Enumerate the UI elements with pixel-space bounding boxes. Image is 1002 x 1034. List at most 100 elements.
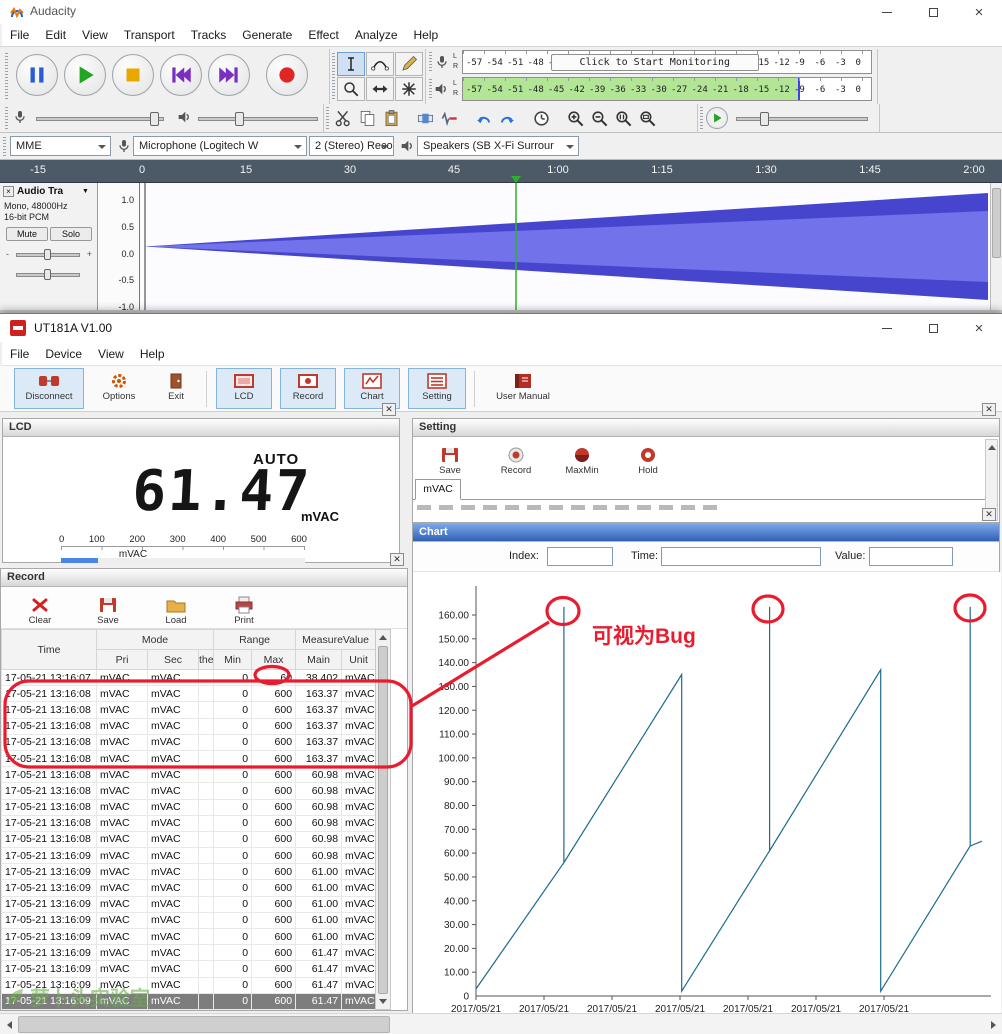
record-table-row[interactable]: 17-05-21 13:16:08mVACmVAC060060.98mVAC bbox=[2, 783, 376, 799]
record-table-row[interactable]: 17-05-21 13:16:08mVACmVAC060060.98mVAC bbox=[2, 815, 376, 831]
playback-volume-slider-thumb[interactable] bbox=[235, 112, 244, 126]
record-table-row[interactable]: 17-05-21 13:16:09mVACmVAC060061.47mVAC bbox=[2, 993, 376, 1009]
record-table-row[interactable]: 17-05-21 13:16:09mVACmVAC060061.00mVAC bbox=[2, 864, 376, 880]
audacity-menu-file[interactable]: File bbox=[2, 24, 37, 46]
setting-panel-close-icon[interactable]: ✕ bbox=[982, 403, 996, 416]
audacity-maximize-button[interactable] bbox=[910, 0, 956, 24]
chart-value-input[interactable] bbox=[869, 547, 953, 566]
scroll-up-icon[interactable] bbox=[379, 635, 387, 640]
toolbar-grip[interactable] bbox=[429, 52, 432, 73]
toolbar-setting-button[interactable]: Setting bbox=[408, 368, 466, 409]
ut181a-menu-file[interactable]: File bbox=[2, 342, 37, 365]
lcd-panel-header[interactable]: LCD bbox=[3, 419, 399, 437]
record-table-row[interactable]: 17-05-21 13:16:07mVACmVAC06038.402mVAC bbox=[2, 670, 376, 686]
record-table-row[interactable]: 17-05-21 13:16:09mVACmVAC060061.47mVAC bbox=[2, 945, 376, 961]
record-table-row[interactable]: 17-05-21 13:16:09mVACmVAC060061.47mVAC bbox=[2, 961, 376, 977]
setting-unit-tab[interactable]: mVAC bbox=[415, 479, 461, 500]
audacity-menu-analyze[interactable]: Analyze bbox=[347, 24, 406, 46]
record-table-row[interactable]: 17-05-21 13:16:08mVACmVAC0600163.37mVAC bbox=[2, 750, 376, 766]
track-close-button[interactable]: × bbox=[3, 186, 14, 197]
recording-meter[interactable]: -57-54-51-48-45-42-39-36-33-30-27-24-21-… bbox=[462, 50, 872, 74]
skip-to-end-button[interactable] bbox=[208, 54, 250, 96]
record-save-button[interactable]: Save bbox=[79, 593, 137, 626]
sync-lock-button[interactable] bbox=[530, 107, 553, 130]
chart-index-input[interactable] bbox=[547, 547, 613, 566]
click-to-start-monitoring-button[interactable]: Click to Start Monitoring bbox=[551, 54, 759, 71]
audacity-menu-generate[interactable]: Generate bbox=[234, 24, 300, 46]
toolbar-grip[interactable] bbox=[5, 53, 8, 99]
scroll-up-icon[interactable] bbox=[988, 445, 996, 450]
record-print-button[interactable]: Print bbox=[215, 593, 273, 626]
ut181a-menu-help[interactable]: Help bbox=[132, 342, 173, 365]
col-subheader-unit[interactable]: Unit bbox=[342, 650, 375, 670]
toolbar-grip[interactable] bbox=[429, 79, 432, 100]
solo-button[interactable]: Solo bbox=[50, 227, 92, 241]
track-menu-arrow-icon[interactable]: ▼ bbox=[82, 188, 89, 195]
ut181a-menu-view[interactable]: View bbox=[90, 342, 132, 365]
toolbar-grip[interactable] bbox=[332, 53, 335, 99]
zoom-selection-button[interactable] bbox=[612, 107, 635, 130]
chart-panel-header[interactable]: Chart bbox=[413, 524, 999, 542]
ut181a-minimize-button[interactable] bbox=[864, 314, 910, 342]
stop-button[interactable] bbox=[112, 54, 154, 96]
record-table-row[interactable]: 17-05-21 13:16:09mVACmVAC060061.00mVAC bbox=[2, 912, 376, 928]
timeline-ruler[interactable]: -1501530451:001:151:301:452:00 bbox=[0, 160, 1002, 183]
record-panel-header[interactable]: Record bbox=[1, 569, 407, 587]
toolbar-grip[interactable] bbox=[3, 137, 6, 156]
toolbar-disconnect-button[interactable]: Disconnect bbox=[14, 368, 84, 409]
skip-to-start-button[interactable] bbox=[160, 54, 202, 96]
envelope-tool[interactable] bbox=[366, 52, 394, 76]
cut-button[interactable] bbox=[332, 107, 355, 130]
ut181a-close-button[interactable]: × bbox=[956, 314, 1002, 342]
draw-tool[interactable] bbox=[395, 52, 423, 76]
col-subheader-sec[interactable]: Sec bbox=[148, 650, 199, 670]
track-name[interactable]: Audio Tra bbox=[17, 186, 63, 197]
record-table-row[interactable]: 17-05-21 13:16:08mVACmVAC0600163.37mVAC bbox=[2, 686, 376, 702]
play-at-speed-button[interactable] bbox=[706, 107, 728, 129]
col-subheader-the[interactable]: the bbox=[199, 650, 214, 670]
col-header-measurevalue[interactable]: MeasureValue bbox=[296, 630, 375, 650]
toolbar-options-button[interactable]: Options bbox=[92, 368, 146, 409]
zoom-in-button[interactable] bbox=[564, 107, 587, 130]
col-subheader-max[interactable]: Max bbox=[252, 650, 296, 670]
undo-button[interactable] bbox=[472, 107, 495, 130]
pan-slider[interactable] bbox=[6, 269, 92, 281]
copy-button[interactable] bbox=[356, 107, 379, 130]
toolbar-user-manual-button[interactable]: User Manual bbox=[484, 368, 562, 409]
play-button[interactable] bbox=[64, 54, 106, 96]
ut181a-menu-device[interactable]: Device bbox=[37, 342, 90, 365]
audio-host-select[interactable]: MME bbox=[10, 136, 111, 156]
scroll-right-icon[interactable] bbox=[991, 1021, 996, 1029]
play-speed-slider-thumb[interactable] bbox=[760, 112, 769, 126]
record-panel-close-icon[interactable]: ✕ bbox=[390, 553, 404, 566]
toolbar-lcd-button[interactable]: LCD bbox=[216, 368, 272, 409]
audacity-minimize-button[interactable] bbox=[864, 0, 910, 24]
record-button[interactable] bbox=[266, 54, 308, 96]
ut181a-maximize-button[interactable] bbox=[910, 314, 956, 342]
zoom-fit-button[interactable] bbox=[636, 107, 659, 130]
pause-button[interactable] bbox=[16, 54, 58, 96]
ut181a-titlebar[interactable]: UT181A V1.00 × bbox=[0, 314, 1002, 342]
toolbar-exit-button[interactable]: Exit bbox=[154, 368, 198, 409]
record-table-row[interactable]: 17-05-21 13:16:09mVACmVAC060061.00mVAC bbox=[2, 880, 376, 896]
mute-button[interactable]: Mute bbox=[6, 227, 48, 241]
timeshift-tool[interactable] bbox=[366, 77, 394, 101]
audacity-titlebar[interactable]: Audacity × bbox=[0, 0, 1002, 24]
record-clear-button[interactable]: Clear bbox=[11, 593, 69, 626]
paste-button[interactable] bbox=[380, 107, 403, 130]
record-table-row[interactable]: 17-05-21 13:16:08mVACmVAC060060.98mVAC bbox=[2, 799, 376, 815]
waveform-display[interactable] bbox=[140, 183, 990, 310]
record-table-row[interactable]: 17-05-21 13:16:09mVACmVAC060061.47mVAC bbox=[2, 977, 376, 993]
record-table-row[interactable]: 17-05-21 13:16:09mVACmVAC060061.00mVAC bbox=[2, 929, 376, 945]
record-table-scrollbar[interactable] bbox=[375, 629, 391, 1010]
col-header-range[interactable]: Range bbox=[214, 630, 296, 650]
chart-time-input[interactable] bbox=[661, 547, 821, 566]
record-table-row[interactable]: 17-05-21 13:16:08mVACmVAC0600163.37mVAC bbox=[2, 718, 376, 734]
chart-panel-close-icon[interactable]: ✕ bbox=[982, 508, 996, 521]
toolbar-grip[interactable] bbox=[326, 107, 329, 129]
audacity-close-button[interactable]: × bbox=[956, 0, 1002, 24]
toolbar-record-button[interactable]: Record bbox=[280, 368, 336, 409]
col-header-mode[interactable]: Mode bbox=[97, 630, 214, 650]
audacity-menu-effect[interactable]: Effect bbox=[300, 24, 346, 46]
playback-device-select[interactable]: Speakers (SB X-Fi Surrour bbox=[417, 136, 579, 156]
